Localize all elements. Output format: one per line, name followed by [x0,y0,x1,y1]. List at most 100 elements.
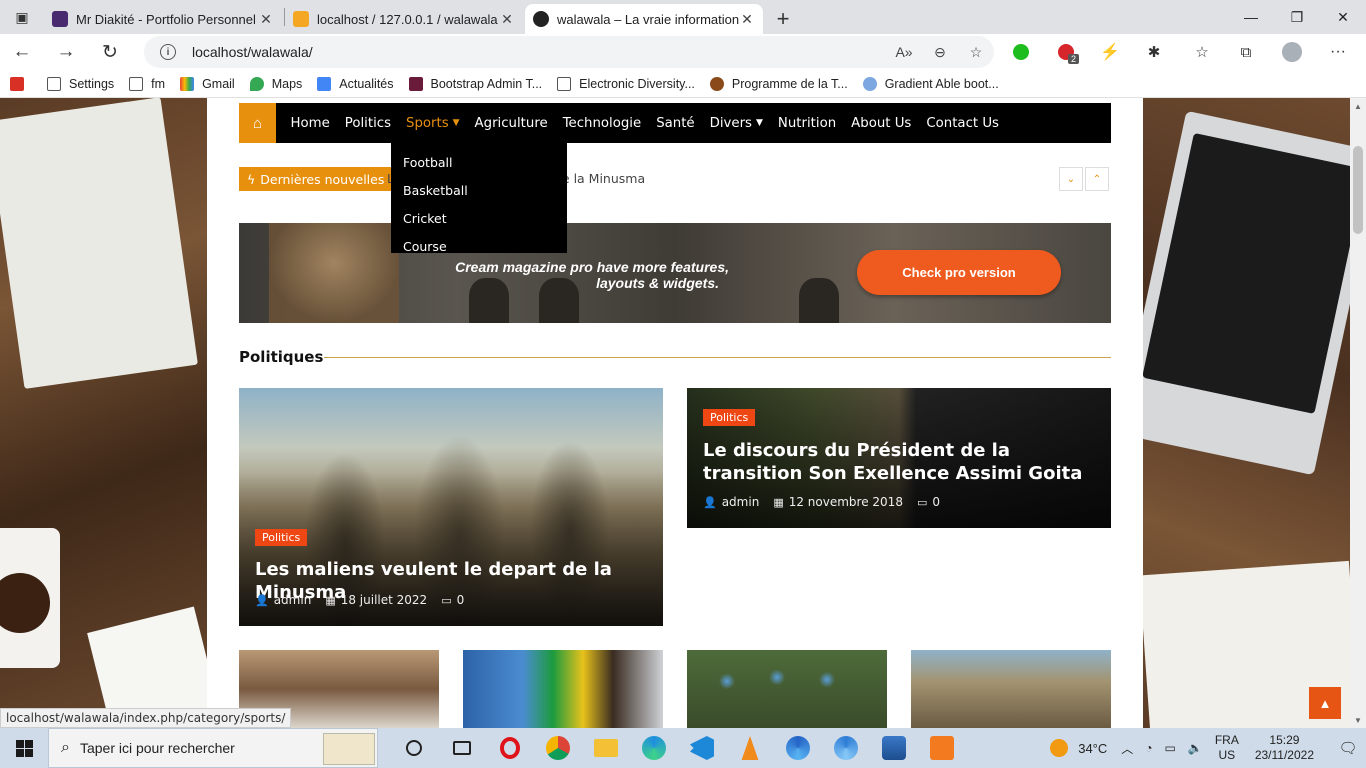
bookmark-settings[interactable]: Settings [47,76,114,91]
dropdown-item-football[interactable]: Football [391,149,567,177]
extension-green-icon[interactable] [1003,34,1039,70]
favorites-icon[interactable]: ☆ [1184,34,1220,70]
more-menu-icon[interactable]: ··· [1320,34,1356,70]
nav-contact-us[interactable]: Contact Us [919,103,1007,143]
vlc-icon[interactable] [726,728,774,768]
clock-date: 23/11/2022 [1254,748,1314,762]
post-date[interactable]: 12 novembre 2018 [789,495,903,509]
task-view-icon[interactable] [438,728,486,768]
cortana-icon[interactable] [390,728,438,768]
opera-icon[interactable] [486,728,534,768]
featured-post-2[interactable]: Politics Le discours du Président de la … [687,388,1111,528]
tab-actions-icon[interactable]: ▣ [0,0,44,34]
minimize-icon[interactable]: — [1228,0,1274,34]
ticker-down-button[interactable]: ⌄ [1059,167,1083,191]
back-icon[interactable]: ← [0,34,44,70]
post-comments[interactable]: 0 [457,593,465,607]
post-author[interactable]: admin [274,593,312,607]
edge-dev-icon[interactable] [822,728,870,768]
bookmark-pdf[interactable] [10,76,32,91]
nav-divers[interactable]: Divers ▼ [702,103,770,143]
promo-banner[interactable]: Cream magazine pro have more features, l… [239,223,1111,323]
nav-about-us[interactable]: About Us [844,103,919,143]
nav-sports[interactable]: Sports ▼ [399,103,468,143]
photos-icon[interactable] [870,728,918,768]
bookmark-gmail[interactable]: Gmail [180,76,235,91]
page-scrollbar[interactable]: ▲ ▼ [1350,98,1366,728]
dropdown-item-cricket[interactable]: Cricket [391,205,567,233]
reload-icon[interactable]: ↻ [88,34,132,70]
volume-icon[interactable]: 🔈 [1188,741,1203,755]
taskbar-search-box[interactable]: ⌕ Taper ici pour rechercher [48,728,378,768]
weather-widget[interactable]: 34°C [1050,739,1107,757]
nav-politics[interactable]: Politics [337,103,398,143]
bookmark-bootstrap-admin[interactable]: Bootstrap Admin T... [408,76,542,91]
chrome-icon[interactable] [534,728,582,768]
bookmark-maps[interactable]: Maps [249,76,302,91]
nav-agriculture[interactable]: Agriculture [467,103,555,143]
featured-post-1[interactable]: Politics Les maliens veulent le depart d… [239,388,663,626]
nav-home[interactable]: Home [283,103,337,143]
read-aloud-icon[interactable]: A» [886,44,922,60]
nav-nutrition[interactable]: Nutrition [770,103,843,143]
bookmark-fm[interactable]: fm [129,76,165,91]
nav-technologie[interactable]: Technologie [555,103,649,143]
url-text[interactable]: localhost/walawala/ [192,44,886,60]
tab-phpmyadmin[interactable]: localhost / 127.0.0.1 / walawala | p ✕ [285,4,523,34]
scroll-to-top-button[interactable]: ▲ [1309,687,1341,719]
profile-avatar[interactable] [1274,34,1310,70]
category-badge[interactable]: Politics [255,529,308,546]
language-indicator[interactable]: FRA US [1215,733,1239,763]
windows-start-icon[interactable] [0,728,48,768]
vscode-icon[interactable] [678,728,726,768]
dropdown-item-course[interactable]: Course [391,233,567,261]
close-tab-icon[interactable]: ✕ [258,11,274,28]
system-clock[interactable]: 15:29 23/11/2022 [1255,733,1314,763]
home-icon[interactable]: ⌂ [239,103,276,143]
edge-icon[interactable] [630,728,678,768]
post-author[interactable]: admin [722,495,760,509]
nav-sante[interactable]: Santé [649,103,702,143]
restore-icon[interactable]: ❐ [1274,0,1320,34]
user-icon: 👤 [703,495,717,509]
new-tab-button[interactable]: + [765,4,801,34]
zoom-icon[interactable]: ⊖ [922,44,958,61]
extensions-puzzle-icon[interactable]: ✱ [1136,34,1172,70]
dropdown-item-basketball[interactable]: Basketball [391,177,567,205]
post-comments[interactable]: 0 [932,495,940,509]
post-thumbnail-4[interactable] [911,650,1111,728]
category-badge[interactable]: Politics [703,409,756,426]
bookmark-programme[interactable]: Programme de la T... [709,76,848,91]
xampp-icon[interactable] [918,728,966,768]
collections-icon[interactable]: ⧉ [1228,34,1264,70]
post-thumbnail-3[interactable] [687,650,887,728]
address-bar[interactable]: i localhost/walawala/ A» ⊖ ☆ [144,36,994,68]
bookmark-gradient-able[interactable]: Gradient Able boot... [862,76,999,91]
close-tab-icon[interactable]: ✕ [499,11,515,28]
tab-walawala[interactable]: walawala – La vraie information ✕ [525,4,763,34]
lightning-extension-icon[interactable]: ⚡ [1092,34,1128,70]
show-hidden-icons-icon[interactable]: ︿ [1121,740,1133,757]
check-pro-version-button[interactable]: Check pro version [857,250,1061,295]
ticker-up-button[interactable]: ⌃ [1085,167,1109,191]
scroll-up-icon[interactable]: ▲ [1350,98,1366,114]
display-icon[interactable]: ▭ [1165,741,1176,755]
notifications-icon[interactable]: 🗨 [1330,739,1366,757]
bookmark-electronic-diversity[interactable]: Electronic Diversity... [557,76,695,91]
post-title[interactable]: Le discours du Président de la transitio… [703,439,1103,485]
file-explorer-icon[interactable] [582,728,630,768]
edge-beta-icon[interactable] [774,728,822,768]
scrollbar-thumb[interactable] [1353,146,1363,234]
scroll-down-icon[interactable]: ▼ [1350,712,1366,728]
close-tab-icon[interactable]: ✕ [739,11,755,28]
post-date[interactable]: 18 juillet 2022 [341,593,427,607]
adblock-icon[interactable]: 2 [1048,34,1084,70]
close-window-icon[interactable]: ✕ [1320,0,1366,34]
post-thumbnail-2[interactable] [463,650,663,728]
forward-icon[interactable]: → [44,34,88,70]
site-info-icon[interactable]: i [160,44,176,60]
tab-portfolio[interactable]: Mr Diakité - Portfolio Personnel ✕ [44,4,282,34]
bookmark-actualites[interactable]: Actualités [317,76,394,91]
network-icon[interactable]: ◔ [1145,741,1152,755]
favorite-star-icon[interactable]: ☆ [958,44,994,61]
